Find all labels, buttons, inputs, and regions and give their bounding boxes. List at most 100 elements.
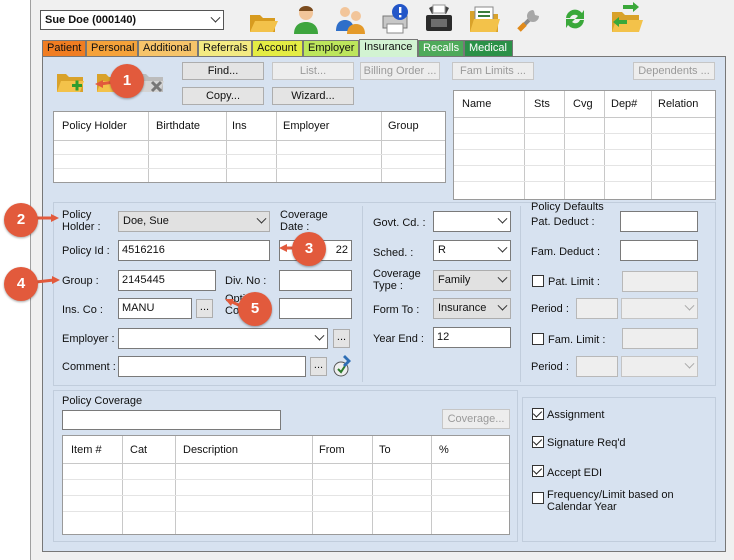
billing-order-button[interactable]: Billing Order ...: [360, 62, 440, 80]
col-header[interactable]: Cvg: [573, 98, 593, 110]
year-end-field[interactable]: 12: [433, 327, 511, 348]
year-end-label: Year End :: [373, 333, 424, 345]
copy-button[interactable]: Copy...: [182, 87, 264, 105]
policy-defaults-title: Policy Defaults: [531, 201, 604, 213]
accept-edi-label: Accept EDI: [547, 467, 603, 479]
optional-coverage-label: Co: [225, 305, 240, 317]
period-label: Period :: [531, 361, 569, 373]
tab-label: Insurance: [364, 41, 413, 53]
col-header[interactable]: Cat: [130, 444, 147, 456]
comment-field[interactable]: [118, 356, 306, 377]
pat-limit-field[interactable]: [622, 271, 698, 292]
col-header[interactable]: Group: [388, 120, 419, 132]
col-header[interactable]: Employer: [283, 120, 329, 132]
pat-deduct-field[interactable]: [620, 211, 698, 232]
frequency-limit-label: Frequency/Limit based on: [547, 489, 674, 501]
fam-period-field[interactable]: [576, 356, 618, 377]
fam-limit-label: Fam. Limit :: [548, 334, 606, 346]
col-header[interactable]: Relation: [658, 98, 698, 110]
list-button[interactable]: List...: [272, 62, 354, 80]
pat-period-select[interactable]: [621, 298, 698, 319]
fam-deduct-field[interactable]: [620, 240, 698, 261]
dependents-grid[interactable]: Name Sts Cvg Dep# Relation: [453, 90, 716, 200]
govt-cd-label: Govt. Cd. :: [373, 217, 426, 229]
fam-period-select[interactable]: [621, 356, 698, 377]
coverage-button[interactable]: Coverage...: [442, 409, 510, 429]
col-header[interactable]: Dep#: [611, 98, 637, 110]
div-no-field[interactable]: [279, 270, 352, 291]
employer-label: Employer :: [62, 333, 115, 345]
col-header[interactable]: Birthdate: [156, 120, 200, 132]
chevron-down-icon: [256, 213, 267, 224]
govt-cd-select[interactable]: [433, 211, 511, 232]
form-to-select[interactable]: Insurance: [433, 298, 511, 319]
find-button[interactable]: Find...: [182, 62, 264, 80]
pat-deduct-label: Pat. Deduct :: [531, 216, 595, 228]
ins-co-browse-button[interactable]: ...: [196, 299, 213, 318]
policy-id-label: Policy Id :: [62, 245, 110, 257]
coverage-date-label: Coverage: [280, 209, 328, 221]
policy-id-field[interactable]: 4516216: [118, 240, 270, 261]
policy-holder-grid[interactable]: Policy Holder Birthdate Ins Employer Gro…: [53, 111, 446, 183]
comment-browse-button[interactable]: ...: [310, 357, 327, 376]
policy-coverage-field[interactable]: [62, 410, 281, 430]
callout-badge-5: 5: [238, 292, 272, 326]
policy-holder-select[interactable]: Doe, Sue: [118, 211, 270, 232]
col-header[interactable]: Description: [183, 444, 238, 456]
policy-coverage-grid[interactable]: Item # Cat Description From To %: [62, 435, 510, 535]
check-icon: [532, 465, 543, 475]
fam-limit-field[interactable]: [622, 328, 698, 349]
employer-browse-button[interactable]: ...: [333, 329, 350, 348]
form-to-label: Form To :: [373, 304, 420, 316]
coverage-date-label: Date :: [280, 221, 310, 233]
ins-co-field[interactable]: MANU: [118, 298, 192, 319]
tab-insurance[interactable]: Insurance: [359, 39, 418, 57]
chevron-down-icon: [497, 242, 508, 253]
policy-holder-value: Doe, Sue: [123, 215, 169, 227]
callout-badge-2: 2: [4, 203, 38, 237]
col-header[interactable]: To: [379, 444, 391, 456]
ins-co-label: Ins. Co :: [62, 304, 103, 316]
col-header[interactable]: Policy Holder: [62, 120, 127, 132]
note-pen-icon[interactable]: [330, 352, 354, 378]
fam-limit-checkbox[interactable]: [532, 333, 544, 345]
col-header[interactable]: Sts: [534, 98, 550, 110]
policy-holder-label: Policy: [62, 209, 92, 221]
fam-deduct-label: Fam. Deduct :: [531, 246, 601, 258]
assignment-checkbox[interactable]: [532, 408, 544, 420]
col-header[interactable]: Name: [462, 98, 491, 110]
col-header[interactable]: Ins: [232, 120, 247, 132]
coverage-type-value: Family: [438, 274, 471, 286]
callout-badge-4: 4: [4, 267, 38, 301]
pat-period-field[interactable]: [576, 298, 618, 319]
coverage-date-value: 22: [335, 244, 348, 256]
frequency-limit-checkbox[interactable]: [532, 492, 544, 504]
chevron-down-icon: [684, 300, 695, 311]
accept-edi-checkbox[interactable]: [532, 465, 544, 477]
optional-coverage-field[interactable]: [279, 298, 352, 319]
dependents-button[interactable]: Dependents ...: [633, 62, 715, 80]
fam-limits-button[interactable]: Fam Limits ...: [452, 62, 534, 80]
add-folder-icon[interactable]: [55, 66, 85, 96]
group-field[interactable]: 2145445: [118, 270, 216, 291]
col-header[interactable]: %: [439, 444, 449, 456]
callout-badge-3: 3: [292, 232, 326, 266]
sched-select[interactable]: R: [433, 240, 511, 261]
pat-limit-label: Pat. Limit :: [548, 276, 600, 288]
pat-limit-checkbox[interactable]: [532, 275, 544, 287]
signature-reqd-checkbox[interactable]: [532, 436, 544, 448]
employer-select[interactable]: [118, 328, 328, 349]
wizard-button[interactable]: Wizard...: [272, 87, 354, 105]
chevron-down-icon: [684, 358, 695, 369]
callout-badge-1: 1: [110, 64, 144, 98]
chevron-down-icon: [314, 330, 325, 341]
coverage-type-select[interactable]: Family: [433, 270, 511, 291]
div-no-label: Div. No :: [225, 275, 267, 287]
check-icon: [532, 436, 543, 446]
form-to-value: Insurance: [438, 302, 487, 314]
coverage-type-label: Type :: [373, 280, 403, 292]
chevron-down-icon: [497, 272, 508, 283]
policy-holder-label: Holder :: [62, 221, 101, 233]
col-header[interactable]: From: [319, 444, 345, 456]
col-header[interactable]: Item #: [71, 444, 102, 456]
